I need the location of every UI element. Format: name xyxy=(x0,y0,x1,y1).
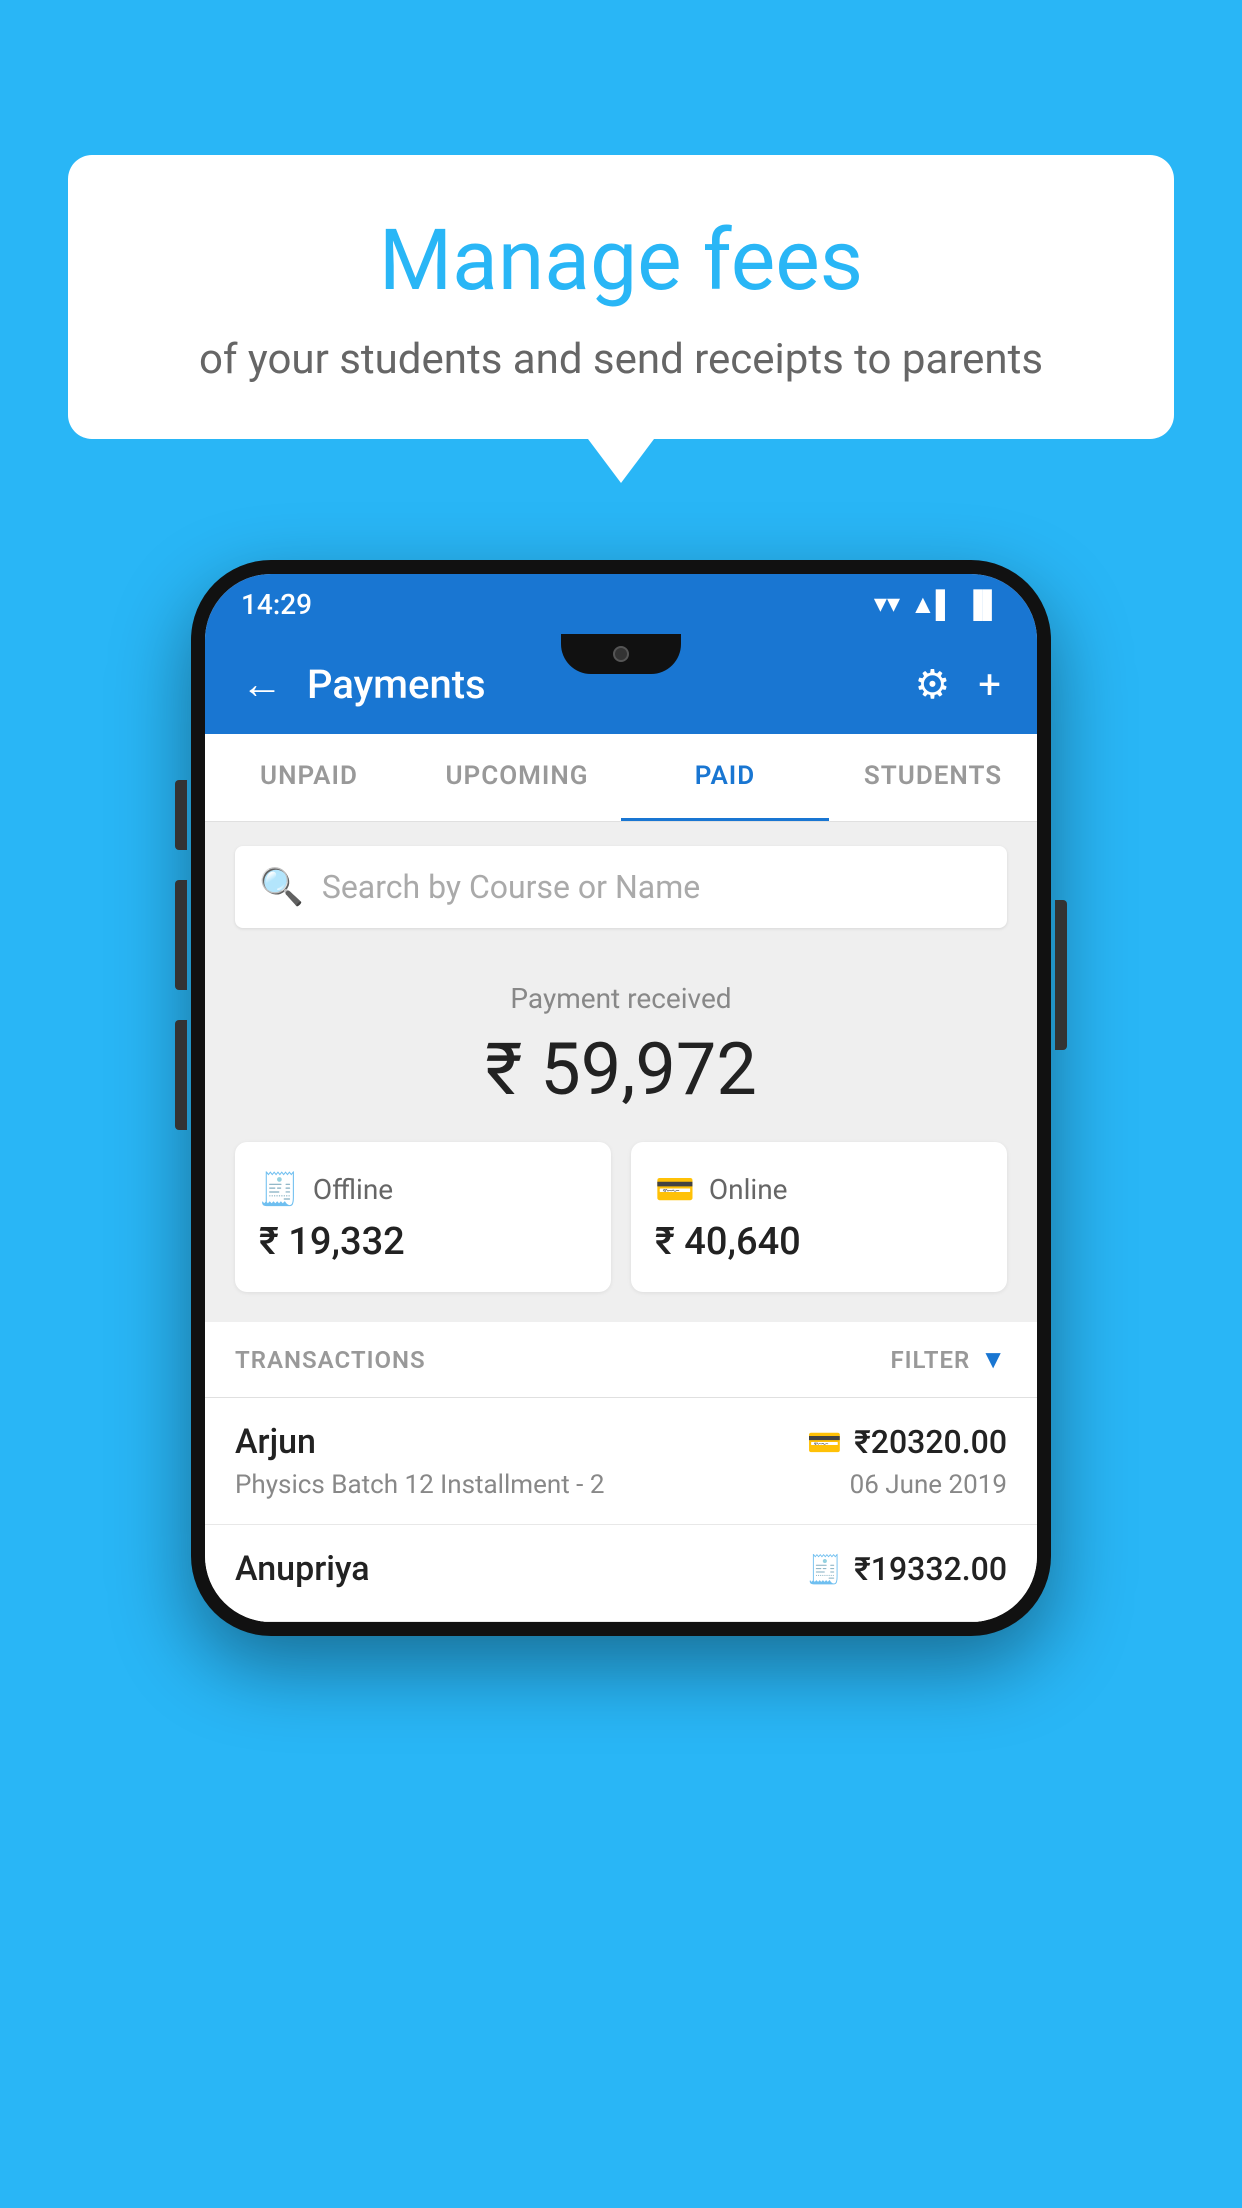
filter-button[interactable]: FILTER ▼ xyxy=(890,1344,1007,1375)
transaction-date: 06 June 2019 xyxy=(850,1470,1007,1500)
settings-button[interactable]: ⚙ xyxy=(914,661,950,708)
transaction-amount-wrap-2: 🧾 ₹19332.00 xyxy=(807,1550,1007,1588)
transaction-bottom: Physics Batch 12 Installment - 2 06 June… xyxy=(235,1470,1007,1500)
search-input[interactable]: Search by Course or Name xyxy=(322,868,700,906)
speech-bubble: Manage fees of your students and send re… xyxy=(68,155,1174,439)
offline-payment-icon: 🧾 xyxy=(807,1553,842,1586)
status-icons: ▾▾ ▲▌ ▐▌ xyxy=(874,589,1001,620)
transactions-header: TRANSACTIONS FILTER ▼ xyxy=(205,1322,1037,1398)
wifi-icon: ▾▾ xyxy=(874,589,900,619)
tab-paid[interactable]: PAID xyxy=(621,734,829,821)
tab-unpaid[interactable]: UNPAID xyxy=(205,734,413,821)
add-button[interactable]: + xyxy=(978,661,1001,708)
phone-outer: 14:29 ▾▾ ▲▌ ▐▌ ← Payments ⚙ + xyxy=(191,560,1051,1636)
offline-card-header: 🧾 Offline xyxy=(259,1170,587,1208)
search-section: 🔍 Search by Course or Name xyxy=(205,822,1037,952)
search-icon: 🔍 xyxy=(259,866,304,908)
sub-title: of your students and send receipts to pa… xyxy=(118,335,1124,384)
tab-upcoming[interactable]: UPCOMING xyxy=(413,734,621,821)
transaction-name: Arjun xyxy=(235,1422,316,1462)
payment-summary: Payment received ₹ 59,972 xyxy=(205,952,1037,1142)
transaction-name-2: Anupriya xyxy=(235,1549,370,1589)
online-label: Online xyxy=(709,1173,788,1206)
app-bar-actions: ⚙ + xyxy=(914,661,1001,708)
online-card: 💳 Online ₹ 40,640 xyxy=(631,1142,1007,1292)
transaction-row[interactable]: Anupriya 🧾 ₹19332.00 xyxy=(205,1525,1037,1622)
search-bar[interactable]: 🔍 Search by Course or Name xyxy=(235,846,1007,928)
payment-label: Payment received xyxy=(235,982,1007,1015)
side-button-volume-2 xyxy=(175,880,187,990)
payment-cards: 🧾 Offline ₹ 19,332 💳 Online ₹ 40,640 xyxy=(205,1142,1037,1322)
transaction-amount-wrap: 💳 ₹20320.00 xyxy=(807,1423,1007,1461)
battery-icon: ▐▌ xyxy=(964,589,1001,620)
speech-bubble-container: Manage fees of your students and send re… xyxy=(68,155,1174,439)
transaction-row[interactable]: Arjun 💳 ₹20320.00 Physics Batch 12 Insta… xyxy=(205,1398,1037,1525)
signal-icon: ▲▌ xyxy=(910,589,954,620)
online-payment-icon: 💳 xyxy=(807,1426,842,1459)
transactions-label: TRANSACTIONS xyxy=(235,1346,426,1374)
transaction-amount-2: ₹19332.00 xyxy=(854,1550,1007,1588)
transaction-amount: ₹20320.00 xyxy=(854,1423,1007,1461)
back-button[interactable]: ← xyxy=(241,660,283,709)
side-button-power xyxy=(1055,900,1067,1050)
phone-screen: 14:29 ▾▾ ▲▌ ▐▌ ← Payments ⚙ + xyxy=(205,574,1037,1622)
payment-amount: ₹ 59,972 xyxy=(235,1027,1007,1112)
online-card-header: 💳 Online xyxy=(655,1170,983,1208)
phone-device: 14:29 ▾▾ ▲▌ ▐▌ ← Payments ⚙ + xyxy=(191,560,1051,1636)
status-bar: 14:29 ▾▾ ▲▌ ▐▌ xyxy=(205,574,1037,634)
offline-amount: ₹ 19,332 xyxy=(259,1220,587,1264)
transaction-top-2: Anupriya 🧾 ₹19332.00 xyxy=(235,1549,1007,1589)
offline-label: Offline xyxy=(313,1173,393,1206)
main-title: Manage fees xyxy=(118,215,1124,307)
filter-label: FILTER xyxy=(890,1346,970,1374)
online-amount: ₹ 40,640 xyxy=(655,1220,983,1264)
phone-notch xyxy=(561,634,681,674)
transaction-course: Physics Batch 12 Installment - 2 xyxy=(235,1470,604,1500)
offline-icon: 🧾 xyxy=(259,1170,299,1208)
side-button-volume-3 xyxy=(175,1020,187,1130)
front-camera xyxy=(613,646,629,662)
filter-icon: ▼ xyxy=(980,1344,1007,1375)
tab-students[interactable]: STUDENTS xyxy=(829,734,1037,821)
online-icon: 💳 xyxy=(655,1170,695,1208)
offline-card: 🧾 Offline ₹ 19,332 xyxy=(235,1142,611,1292)
status-time: 14:29 xyxy=(241,588,312,621)
tabs-bar: UNPAID UPCOMING PAID STUDENTS xyxy=(205,734,1037,822)
side-button-volume-1 xyxy=(175,780,187,850)
transaction-top: Arjun 💳 ₹20320.00 xyxy=(235,1422,1007,1462)
